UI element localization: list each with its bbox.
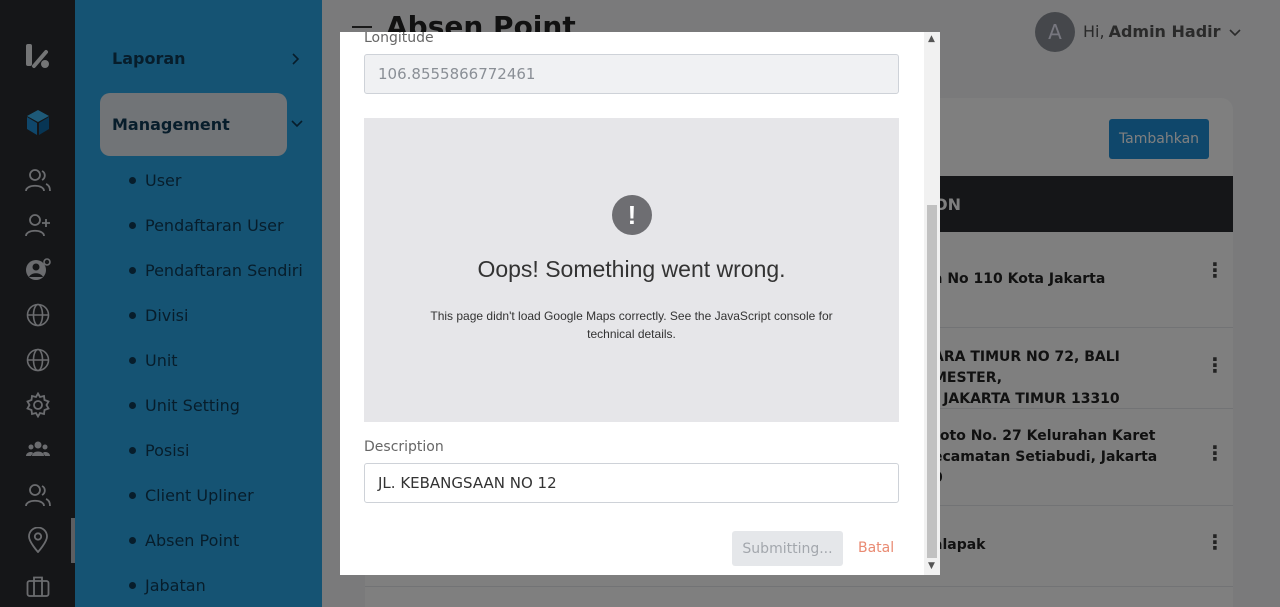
map-error-panel: ! Oops! Something went wrong. This page …: [364, 118, 899, 422]
warning-icon: !: [612, 195, 652, 235]
cancel-button[interactable]: Batal: [858, 540, 894, 556]
map-error-detail: This page didn't load Google Maps correc…: [430, 309, 833, 341]
scroll-up-icon[interactable]: ▲: [928, 34, 935, 44]
description-label: Description: [364, 439, 444, 455]
map-error-title: Oops! Something went wrong.: [477, 256, 786, 282]
absen-point-modal: Longitude 106.8555866772461 ! Oops! Some…: [340, 32, 940, 575]
description-field[interactable]: JL. KEBANGSAAN NO 12: [364, 463, 899, 503]
modal-scrollbar[interactable]: ▲ ▼: [924, 32, 940, 575]
scroll-down-icon[interactable]: ▼: [928, 561, 935, 571]
submit-button[interactable]: Submitting...: [732, 531, 843, 566]
scrollbar-thumb[interactable]: [927, 205, 937, 558]
longitude-field[interactable]: 106.8555866772461: [364, 54, 899, 94]
longitude-label: Longitude: [364, 32, 434, 46]
